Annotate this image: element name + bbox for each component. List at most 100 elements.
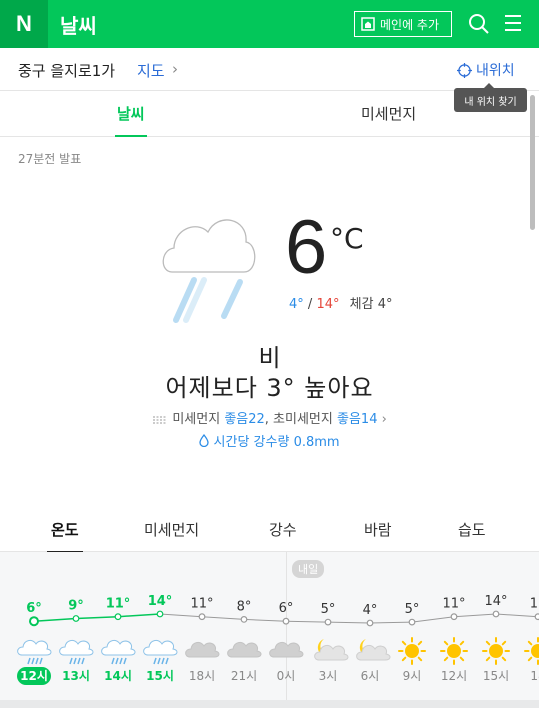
sun-icon xyxy=(524,637,539,665)
cloud-icon xyxy=(185,641,220,658)
hour-label: 12시 xyxy=(20,669,48,683)
temperature-label: 11° xyxy=(190,597,213,612)
chevron-right-icon[interactable]: › xyxy=(172,60,178,78)
min-temperature: 4° xyxy=(289,297,304,312)
temperature-label: 8° xyxy=(237,599,252,614)
rain-icon xyxy=(59,639,94,665)
hour-label: 15시 xyxy=(146,669,174,683)
crosshair-icon xyxy=(457,62,472,78)
home-icon xyxy=(361,17,375,31)
map-link[interactable]: 지도 xyxy=(137,60,165,81)
temperature-label: 9° xyxy=(68,599,84,614)
temperature-point xyxy=(198,613,206,621)
rain-icon xyxy=(17,639,52,665)
hour-label: 9시 xyxy=(403,669,422,683)
scrollbar[interactable] xyxy=(530,95,535,230)
ultrafine-dust-value: 좋음14 xyxy=(337,412,378,427)
ultrafine-dust-label: , 초미세먼지 xyxy=(264,412,333,427)
min-max-temperature: 4° / 14° 체감 4° xyxy=(289,293,392,312)
temperature-label: 14° xyxy=(148,594,173,609)
temperature-line-segment xyxy=(327,621,371,624)
temperature-line-segment xyxy=(159,613,203,618)
temperature-point xyxy=(156,610,164,618)
hour-label: 3시 xyxy=(319,669,338,683)
temperature-point xyxy=(29,616,39,627)
temperature-point xyxy=(324,618,332,626)
temperature-line-segment xyxy=(495,613,539,618)
feels-like: 체감 4° xyxy=(349,297,393,312)
rain-amount-label: 시간당 강수량 0.8mm xyxy=(213,435,340,450)
current-temperature: 6 xyxy=(285,205,328,290)
add-to-main-label: 메인에 추가 xyxy=(380,17,440,32)
raindrop-icon xyxy=(199,433,210,448)
rain-amount: 시간당 강수량 0.8mm xyxy=(0,431,539,450)
my-location-button[interactable]: 내위치 xyxy=(457,60,515,80)
rain-icon xyxy=(143,639,178,665)
temperature-line-segment xyxy=(453,613,497,618)
hour-label: 18 xyxy=(530,669,539,683)
temperature-line-segment xyxy=(117,613,161,618)
bottom-divider xyxy=(0,700,539,708)
temperature-point xyxy=(282,617,290,625)
temperature-line-segment xyxy=(75,615,119,620)
search-icon[interactable] xyxy=(468,13,490,35)
hour-label: 14시 xyxy=(104,669,132,683)
chart-tabs: 온도 미세먼지 강수 바람 습도 xyxy=(0,505,539,553)
yesterday-comparison: 어제보다 3° 높아요 xyxy=(165,374,374,402)
temperature-label: 5° xyxy=(321,602,336,617)
haze-icon xyxy=(153,415,168,424)
tab-fine-dust[interactable]: 미세먼지 xyxy=(361,103,416,124)
temperature-line-segment xyxy=(33,617,77,622)
temperature-line-segment xyxy=(201,616,245,620)
rain-cloud-icon xyxy=(162,219,256,323)
temperature-label: 11 xyxy=(530,597,539,612)
tab-chart-fine-dust[interactable]: 미세먼지 xyxy=(144,519,199,540)
announce-time: 27분전 발표 xyxy=(18,152,82,166)
temperature-point xyxy=(408,618,416,626)
hour-label: 15시 xyxy=(483,669,509,683)
moon-cloud-icon xyxy=(356,639,391,661)
naver-logo[interactable]: N xyxy=(0,0,48,48)
hour-label: 13시 xyxy=(62,669,90,683)
menu-icon[interactable] xyxy=(505,15,521,36)
tab-humidity[interactable]: 습도 xyxy=(458,519,486,540)
temperature-line-segment xyxy=(411,616,455,623)
hourly-temperature-chart: 6° 12시 9° 13시 11° 14시 14° 15시 11° 18시 8° 21시 6° 0시 5° 3… xyxy=(17,594,539,685)
hour-label: 12시 xyxy=(441,669,467,683)
temperature-unit: °C xyxy=(330,222,364,255)
temperature-label: 6° xyxy=(279,601,294,616)
temperature-line-segment xyxy=(285,620,329,623)
temperature-point xyxy=(534,613,539,621)
add-to-main-button[interactable]: 메인에 추가 xyxy=(354,11,452,37)
temperature-point xyxy=(72,615,80,622)
chevron-right-icon: › xyxy=(381,412,387,427)
fine-dust-label: 미세먼지 xyxy=(172,412,221,427)
tab-wind[interactable]: 바람 xyxy=(364,519,392,540)
temperature-point xyxy=(366,619,374,627)
tab-weather[interactable]: 날씨 xyxy=(115,103,147,137)
location-bar: 중구 을지로1가 지도 › 내위치 xyxy=(0,48,539,91)
temperature-label: 11° xyxy=(442,597,465,612)
temperature-line-segment xyxy=(243,618,287,622)
temperature-label: 5° xyxy=(405,602,420,617)
temperature-label: 14° xyxy=(484,594,507,609)
moon-cloud-icon xyxy=(314,639,349,661)
hourly-forecast[interactable]: 내일 6° 12시 9° 13시 11° 14시 14° 15시 11° 18시 8° 21시 6° 0시… xyxy=(0,552,539,700)
hour-label: 21시 xyxy=(231,669,257,683)
rain-icon xyxy=(101,639,136,665)
hour-label: 0시 xyxy=(277,669,296,683)
page-title[interactable]: 날씨 xyxy=(60,10,97,39)
my-location-label: 내위치 xyxy=(476,63,515,79)
dust-summary[interactable]: 미세먼지 좋음22, 초미세먼지 좋음14 › xyxy=(0,408,539,427)
location-name: 중구 을지로1가 xyxy=(18,62,116,80)
temperature-line-segment xyxy=(369,621,413,624)
temperature-point xyxy=(240,615,248,623)
tab-precipitation[interactable]: 강수 xyxy=(269,519,297,540)
sun-icon xyxy=(440,637,468,665)
hour-label: 6시 xyxy=(361,669,380,683)
temperature-point xyxy=(492,610,500,618)
tab-temperature[interactable]: 온도 xyxy=(47,519,83,553)
cloud-icon xyxy=(269,641,304,658)
my-location-tooltip: 내 위치 찾기 xyxy=(454,83,527,112)
temp-separator: / xyxy=(307,297,313,312)
